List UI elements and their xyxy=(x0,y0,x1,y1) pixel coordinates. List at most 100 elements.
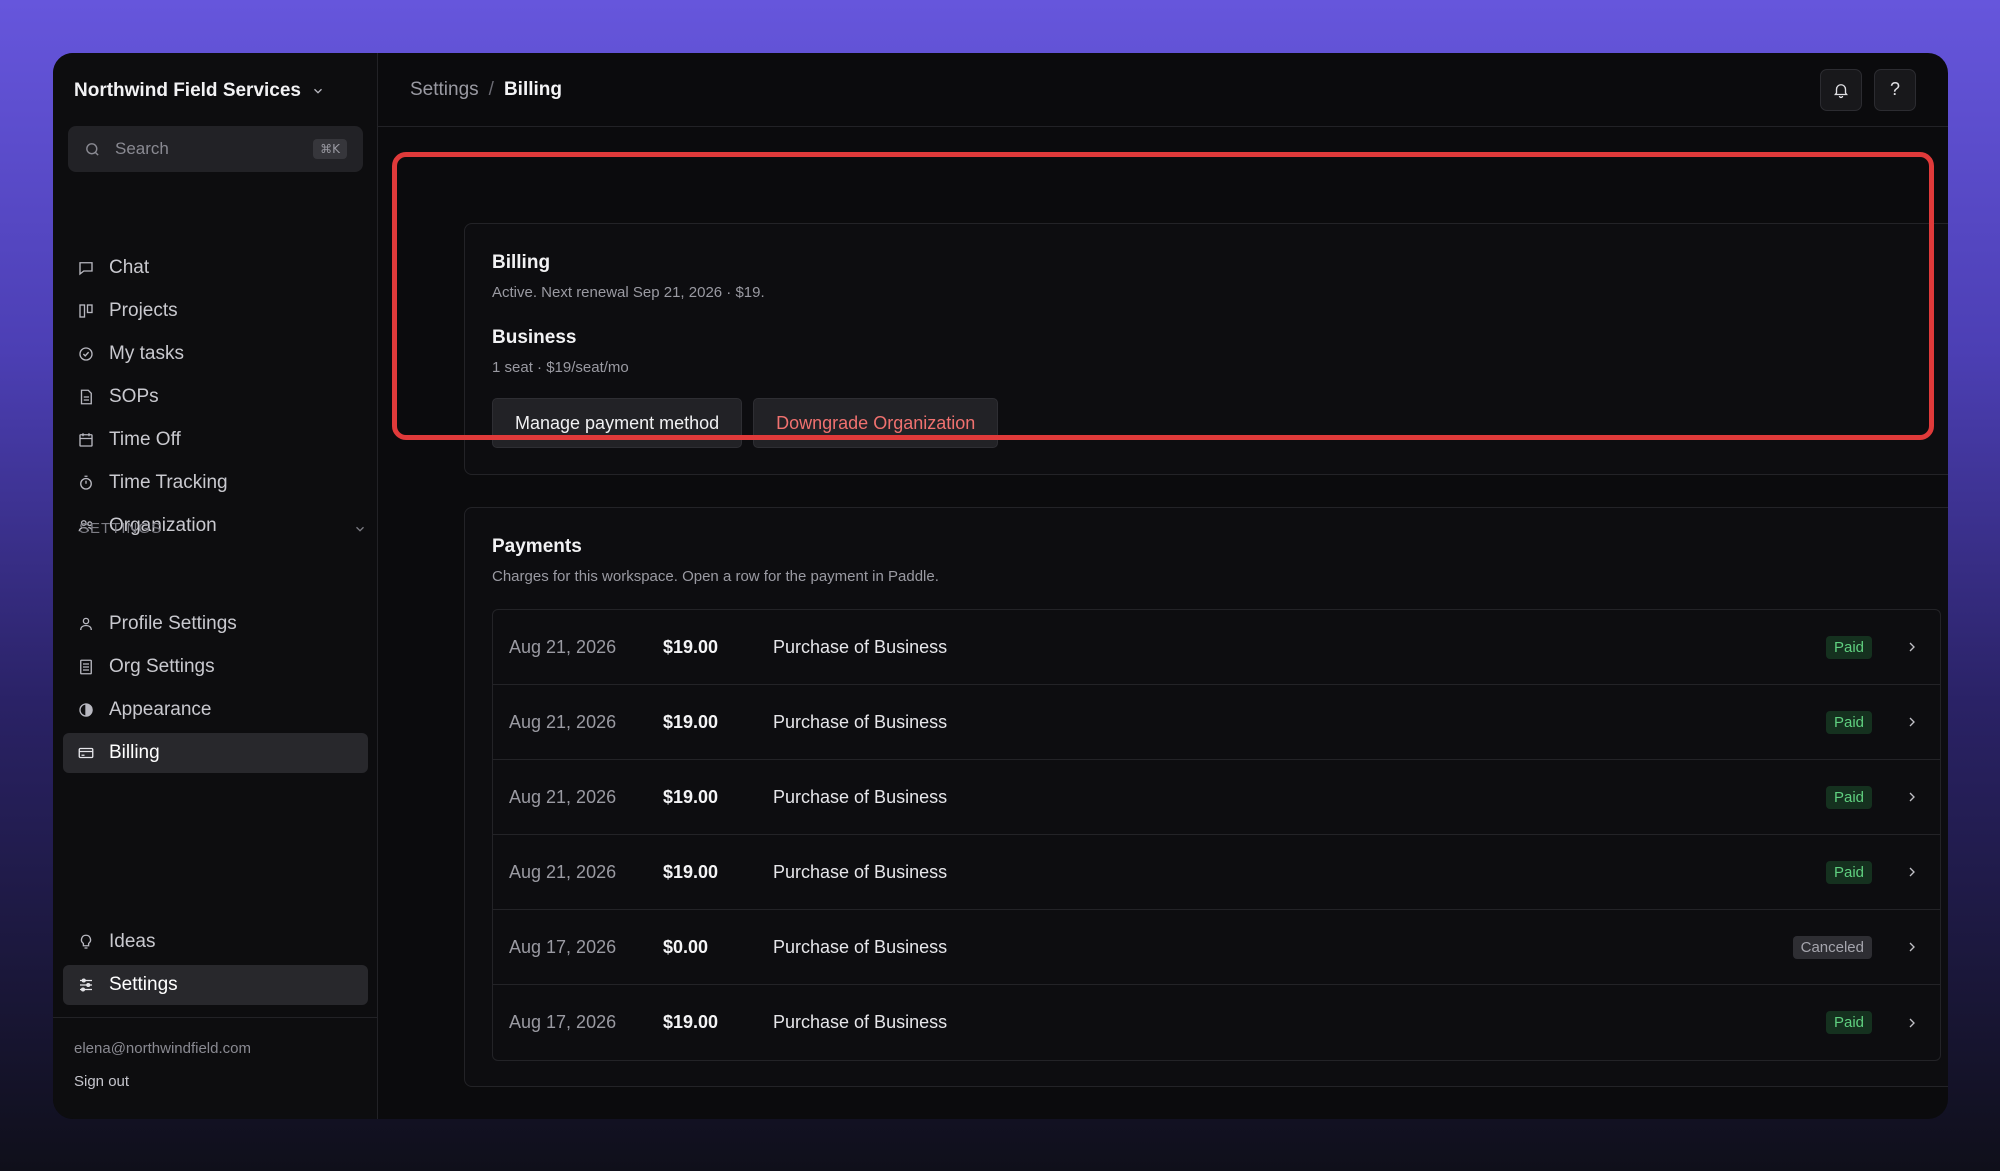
bottom-nav: Ideas Settings xyxy=(63,922,368,1008)
status-badge: Canceled xyxy=(1792,935,1872,959)
payment-date: Aug 21, 2026 xyxy=(509,711,617,732)
sidebar-item-label: Org Settings xyxy=(109,656,215,677)
status-badge: Paid xyxy=(1825,785,1872,809)
billing-actions: Manage payment method Downgrade Organiza… xyxy=(492,398,1941,448)
breadcrumb-settings[interactable]: Settings xyxy=(410,79,479,101)
sidebar-item-label: Time Off xyxy=(109,429,181,450)
chat-icon xyxy=(79,262,93,276)
stopwatch-icon xyxy=(80,475,92,490)
help-button[interactable]: ? xyxy=(1874,68,1916,111)
table-row[interactable]: Aug 21, 2026 $19.00 Purchase of Business… xyxy=(493,835,1940,910)
org-switcher[interactable]: Northwind Field Services xyxy=(74,80,325,102)
chevron-right-icon xyxy=(1900,714,1924,730)
chevron-down-icon xyxy=(314,88,322,94)
sidebar-item-chat[interactable]: Chat xyxy=(63,248,368,288)
payment-date: Aug 21, 2026 xyxy=(509,861,617,882)
status-badge: Paid xyxy=(1825,1011,1872,1034)
chevron-right-icon xyxy=(1900,789,1924,805)
sidebar-item-projects[interactable]: Projects xyxy=(63,291,368,331)
table-row[interactable]: Aug 21, 2026 $19.00 Purchase of Business… xyxy=(493,610,1940,685)
manage-payment-method-button[interactable]: Manage payment method xyxy=(492,398,743,448)
sidebar-item-label: Billing xyxy=(109,742,160,763)
payment-description: Purchase of Business xyxy=(773,636,948,657)
user-icon xyxy=(80,617,92,631)
sidebar-item-ideas[interactable]: Ideas xyxy=(63,922,368,962)
breadcrumb: Settings / Billing xyxy=(410,79,562,101)
chevron-right-icon xyxy=(1900,864,1924,880)
payments-title: Payments xyxy=(492,536,582,557)
document-icon xyxy=(80,389,92,405)
payments-subtitle: Charges for this workspace. Open a row f… xyxy=(492,568,939,585)
payment-description: Purchase of Business xyxy=(773,861,948,882)
sidebar-item-sops[interactable]: SOPs xyxy=(63,377,368,417)
user-email: elena@northwindfield.com xyxy=(74,1040,251,1057)
sidebar-item-billing[interactable]: Billing xyxy=(63,733,368,773)
sidebar-item-appearance[interactable]: Appearance xyxy=(63,690,368,730)
calendar-icon xyxy=(79,433,93,447)
payment-amount: $0.00 xyxy=(663,936,709,957)
bell-icon xyxy=(1834,83,1848,98)
payment-description: Purchase of Business xyxy=(773,936,948,957)
sidebar-item-time-off[interactable]: Time Off xyxy=(63,420,368,460)
table-row[interactable]: Aug 17, 2026 $0.00 Purchase of Business … xyxy=(493,910,1940,985)
payment-description: Purchase of Business xyxy=(773,1012,948,1032)
payment-amount: $19.00 xyxy=(663,786,719,807)
chevron-right-icon xyxy=(1900,1015,1924,1031)
top-actions: ? xyxy=(1820,68,1916,111)
payment-description: Purchase of Business xyxy=(773,786,948,807)
chevron-down-icon xyxy=(356,526,364,532)
sidebar-item-label: SOPs xyxy=(109,386,159,407)
payment-amount: $19.00 xyxy=(663,861,719,882)
billing-status: Active. Next renewal Sep 21, 2026 · $19. xyxy=(492,284,765,301)
sidebar-item-org-settings[interactable]: Org Settings xyxy=(63,647,368,687)
payment-amount: $19.00 xyxy=(663,1012,719,1032)
sidebar-item-profile-settings[interactable]: Profile Settings xyxy=(63,604,368,644)
table-row[interactable]: Aug 21, 2026 $19.00 Purchase of Business… xyxy=(493,760,1940,835)
sidebar-item-time-tracking[interactable]: Time Tracking xyxy=(63,463,368,503)
payments-card: Payments Charges for this workspace. Ope… xyxy=(464,507,1948,1087)
sidebar-item-label: Settings xyxy=(109,974,178,995)
plan-details: 1 seat · $19/seat/mo xyxy=(492,359,629,376)
chevron-right-icon xyxy=(1900,939,1924,955)
downgrade-organization-button[interactable]: Downgrade Organization xyxy=(753,398,999,448)
sidebar-item-my-tasks[interactable]: My tasks xyxy=(63,334,368,374)
sidebar-item-label: Ideas xyxy=(109,931,156,952)
top-bar: Settings / Billing ? xyxy=(378,53,1948,127)
breadcrumb-current: Billing xyxy=(503,78,562,100)
table-row[interactable]: Aug 17, 2026 $19.00 Purchase of Business… xyxy=(493,985,1940,1060)
sidebar-item-label: Chat xyxy=(109,257,150,278)
org-name: Northwind Field Services xyxy=(74,80,301,101)
settings-section-label: SETTINGS xyxy=(79,520,163,537)
sidebar-item-settings[interactable]: Settings xyxy=(63,965,368,1005)
settings-section-toggle[interactable]: SETTINGS xyxy=(79,520,367,537)
sidebar-item-label: Projects xyxy=(109,300,178,321)
payment-description: Purchase of Business xyxy=(773,711,948,732)
status-badge: Paid xyxy=(1825,710,1872,734)
payment-amount: $19.00 xyxy=(663,711,719,732)
billing-card: Billing Active. Next renewal Sep 21, 202… xyxy=(464,223,1948,475)
sliders-icon xyxy=(80,978,92,992)
sidebar-item-label: Time Tracking xyxy=(109,472,228,493)
app-window: Northwind Field Services Search ⌘K Chat … xyxy=(53,53,1948,1119)
contrast-icon xyxy=(79,703,93,717)
search-icon xyxy=(86,142,99,156)
payments-table: Aug 21, 2026 $19.00 Purchase of Business… xyxy=(492,609,1941,1061)
help-icon: ? xyxy=(1889,79,1900,99)
search-input[interactable]: Search ⌘K xyxy=(68,126,363,172)
payment-date: Aug 17, 2026 xyxy=(509,936,617,957)
lightbulb-icon xyxy=(80,934,92,949)
plan-name: Business xyxy=(492,327,577,348)
sidebar: Northwind Field Services Search ⌘K Chat … xyxy=(53,53,378,1119)
payment-date: Aug 17, 2026 xyxy=(509,1012,617,1032)
sidebar-footer: elena@northwindfield.com Sign out xyxy=(53,1017,377,1119)
payment-amount: $19.00 xyxy=(663,636,719,657)
main-nav: Chat Projects My tasks SOPs Time Off Tim… xyxy=(63,248,368,549)
sign-out-link[interactable]: Sign out xyxy=(74,1073,356,1090)
search-placeholder: Search xyxy=(115,139,169,158)
table-row[interactable]: Aug 21, 2026 $19.00 Purchase of Business… xyxy=(493,685,1940,760)
status-badge: Paid xyxy=(1825,860,1872,884)
notifications-button[interactable] xyxy=(1820,68,1862,111)
payment-date: Aug 21, 2026 xyxy=(509,786,617,807)
sidebar-item-label: Profile Settings xyxy=(109,613,237,634)
billing-title: Billing xyxy=(492,252,551,273)
